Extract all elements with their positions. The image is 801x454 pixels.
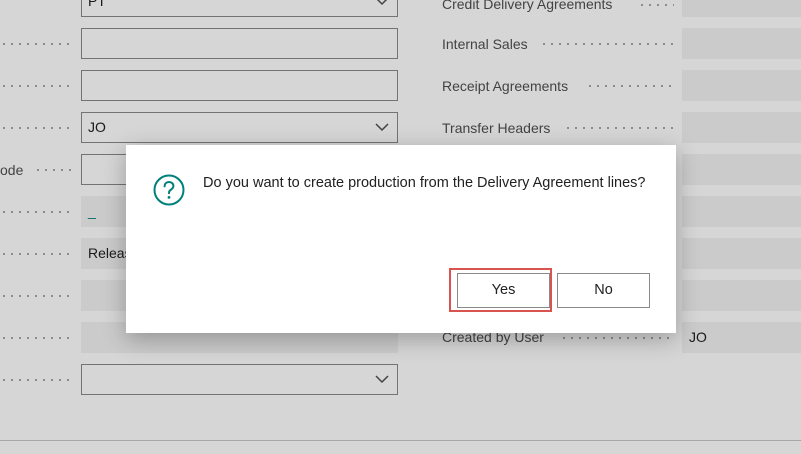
question-circle-icon [153, 174, 185, 206]
no-button[interactable]: No [557, 273, 650, 308]
yes-button[interactable]: Yes [457, 273, 550, 308]
dialog-message: Do you want to create production from th… [203, 175, 646, 191]
confirm-dialog: Do you want to create production from th… [126, 145, 676, 333]
